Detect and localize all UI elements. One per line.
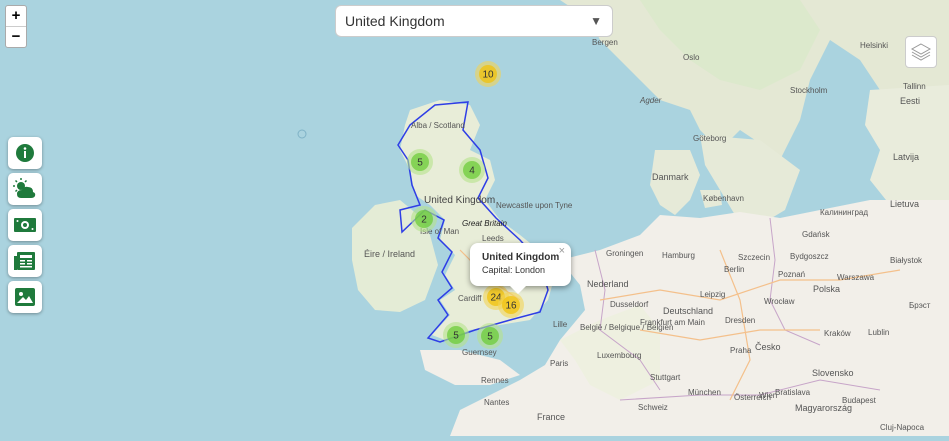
marker-clusters: 1054224165 5 <box>407 61 524 349</box>
zoom-in-button[interactable]: + <box>6 6 26 26</box>
money-icon <box>14 218 36 232</box>
marker-cluster[interactable]: 2 <box>411 206 437 232</box>
chevron-down-icon: ▼ <box>590 14 602 28</box>
marker-cluster-count: 10 <box>482 70 494 81</box>
marker-cluster-count: 4 <box>469 166 475 177</box>
image-icon <box>15 288 35 306</box>
side-toolbar <box>8 137 42 317</box>
marker-cluster[interactable]: 10 <box>475 61 501 87</box>
weather-button[interactable] <box>8 173 42 205</box>
info-icon <box>16 144 34 162</box>
zoom-out-button[interactable]: − <box>6 26 26 47</box>
popup-close-button[interactable]: × <box>559 245 565 257</box>
money-button[interactable] <box>8 209 42 241</box>
layers-button[interactable] <box>905 36 937 68</box>
newspaper-icon <box>14 252 35 270</box>
marker-cluster-count: 16 <box>505 301 517 312</box>
country-select[interactable]: United Kingdom ▼ <box>335 5 613 37</box>
image-button[interactable] <box>8 281 42 313</box>
info-button[interactable] <box>8 137 42 169</box>
news-button[interactable] <box>8 245 42 277</box>
popup-tip <box>510 286 526 294</box>
marker-cluster-count: 5 <box>417 158 423 169</box>
map-canvas[interactable]: Alba / Scotland United Kingdom Great Bri… <box>0 0 949 436</box>
country-select-value: United Kingdom <box>345 13 445 29</box>
zoom-control: + − <box>5 5 27 48</box>
weather-icon <box>13 178 36 198</box>
marker-cluster[interactable]: 5 <box>477 323 503 349</box>
marker-cluster[interactable]: 5 <box>443 322 469 348</box>
marker-cluster-count: 2 <box>421 215 427 226</box>
marker-cluster-count: 5 <box>487 332 493 343</box>
marker-cluster[interactable]: 4 <box>459 157 485 183</box>
popup-capital: Capital: London <box>482 265 546 275</box>
country-popup: × United Kingdom Capital: London <box>470 243 571 294</box>
layers-icon <box>910 43 932 61</box>
marker-cluster-count: 5 <box>453 331 459 342</box>
marker-cluster[interactable]: 16 <box>498 292 524 318</box>
marker-cluster[interactable]: 5 <box>407 149 433 175</box>
popup-title: United Kingdom <box>482 252 560 263</box>
